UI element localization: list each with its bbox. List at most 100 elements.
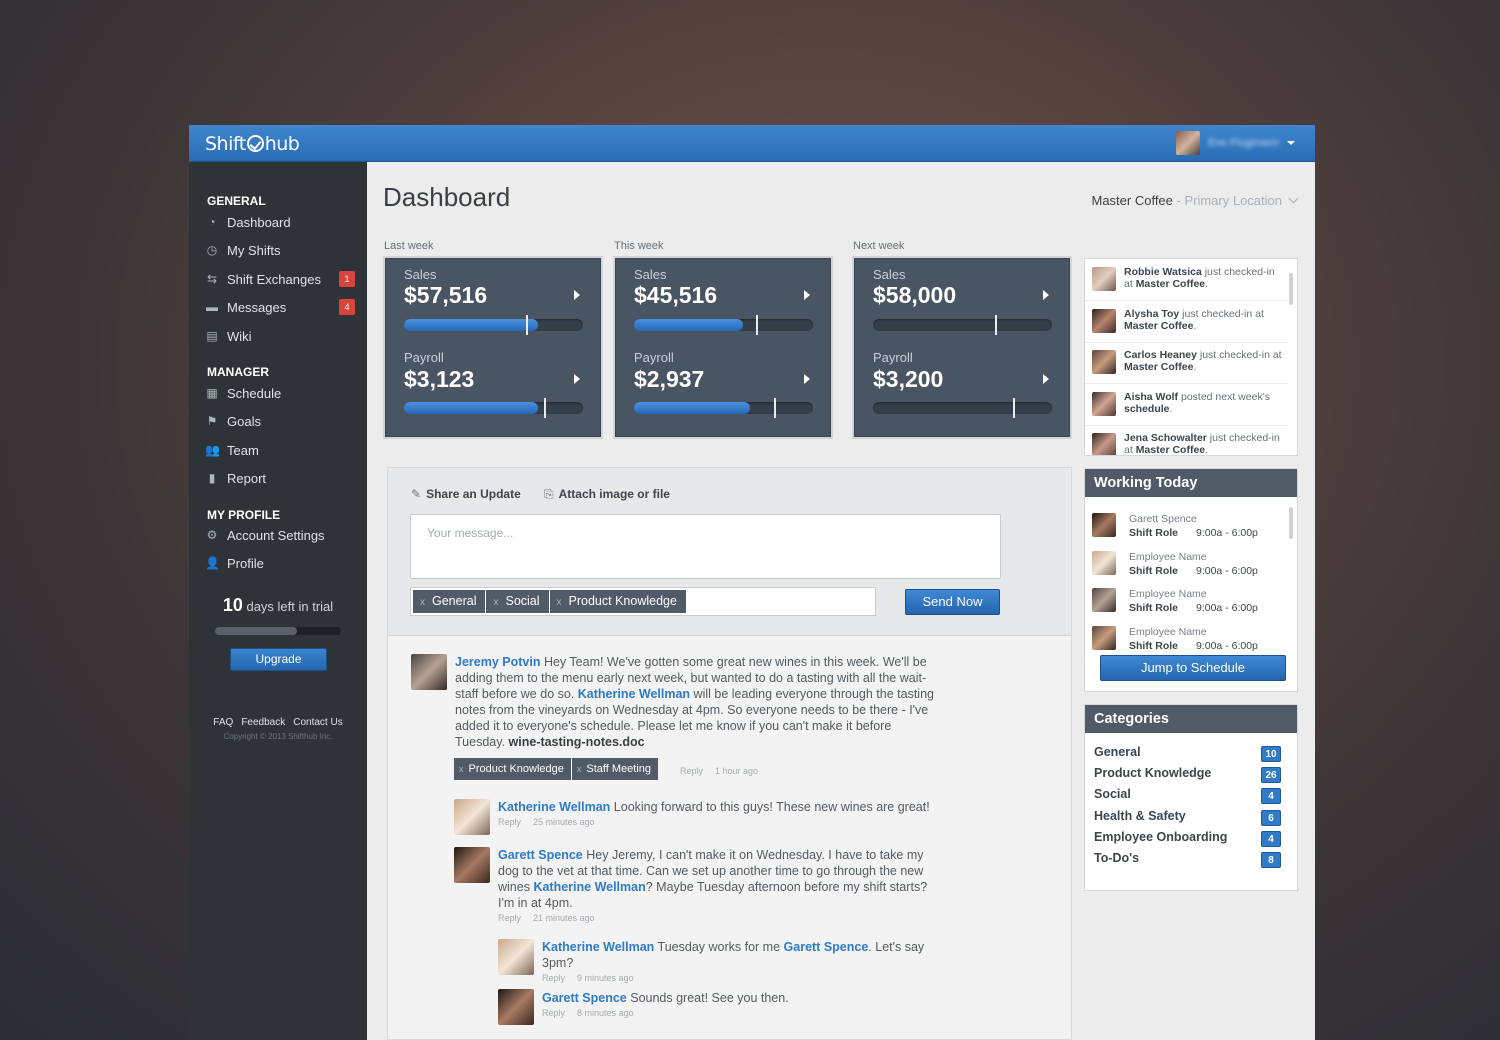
edit-icon: ✎ bbox=[411, 487, 422, 501]
avatar[interactable] bbox=[498, 939, 534, 975]
reply-link[interactable]: Reply bbox=[498, 913, 521, 923]
sales-label: Sales bbox=[873, 267, 906, 282]
trial-progress-bar bbox=[215, 627, 341, 635]
sales-bar bbox=[873, 315, 1052, 335]
mention-link[interactable]: Garett Spence bbox=[784, 940, 869, 954]
location-name: Master Coffee bbox=[1091, 193, 1173, 208]
author-link[interactable]: Katherine Wellman bbox=[498, 800, 610, 814]
trial-text: days left in trial bbox=[246, 599, 334, 614]
avatar[interactable] bbox=[454, 847, 490, 883]
comment: Garett Spence Hey Jeremy, I can't make i… bbox=[498, 847, 938, 911]
author-link[interactable]: Garett Spence bbox=[498, 848, 583, 862]
remove-tag-icon[interactable]: x bbox=[557, 597, 562, 608]
comment-meta: Reply 25 minutes ago bbox=[498, 817, 607, 827]
activity-item[interactable]: Carlos Heaney just checked-in at Master … bbox=[1085, 342, 1289, 384]
section-my-profile: MY PROFILE bbox=[207, 508, 281, 522]
sidebar-item-profile[interactable]: 👤 Profile bbox=[205, 552, 355, 574]
sales-target-marker bbox=[755, 315, 758, 335]
sidebar-item-account-settings[interactable]: ⚙ Account Settings bbox=[205, 524, 355, 546]
message-input[interactable]: Your message... bbox=[410, 514, 1001, 579]
arrow-right-icon[interactable] bbox=[1043, 374, 1049, 384]
avatar[interactable] bbox=[498, 989, 534, 1025]
tag-chip[interactable]: x Product Knowledge bbox=[549, 590, 686, 613]
tag-chip[interactable]: x General bbox=[413, 590, 486, 613]
author-link[interactable]: Garett Spence bbox=[542, 991, 627, 1005]
reply-link[interactable]: Reply bbox=[542, 1008, 565, 1018]
category-item[interactable]: Product Knowledge 26 bbox=[1094, 766, 1291, 786]
arrow-right-icon[interactable] bbox=[574, 374, 580, 384]
top-bar: Shift hub Eve Flugmann bbox=[189, 125, 1315, 162]
reply-link[interactable]: Reply bbox=[498, 817, 521, 827]
working-today-panel: Working Today Garett Spence Shift Role 9:0… bbox=[1084, 468, 1298, 692]
sidebar-item-messages[interactable]: ▬ Messages 4 bbox=[205, 296, 355, 318]
post-tags: x Product Knowledge x Staff Meeting bbox=[454, 758, 659, 780]
sidebar-item-report[interactable]: ▮ Report bbox=[205, 467, 355, 489]
tag-chip[interactable]: x Social bbox=[486, 590, 549, 613]
mention-link[interactable]: Katherine Wellman bbox=[533, 880, 645, 894]
category-item[interactable]: Employee Onboarding 4 bbox=[1094, 830, 1291, 850]
attachment-link[interactable]: wine-tasting-notes.doc bbox=[509, 735, 645, 749]
scrollbar[interactable] bbox=[1289, 273, 1293, 305]
remove-tag-icon[interactable]: x bbox=[577, 764, 582, 774]
post-tag[interactable]: x Staff Meeting bbox=[571, 758, 659, 780]
avatar bbox=[1092, 350, 1116, 374]
reply-link[interactable]: Reply bbox=[542, 973, 565, 983]
feedback-link[interactable]: Feedback bbox=[241, 717, 285, 728]
avatar[interactable] bbox=[454, 799, 490, 835]
tag-input[interactable]: x General x Social x Product Knowledge bbox=[410, 587, 876, 616]
faq-link[interactable]: FAQ bbox=[213, 717, 233, 728]
activity-item[interactable]: Alysha Toy just checked-in at Master Cof… bbox=[1085, 301, 1289, 343]
arrow-right-icon[interactable] bbox=[1043, 290, 1049, 300]
share-update-tab[interactable]: ✎ Share an Update bbox=[411, 487, 521, 501]
activity-item[interactable]: Jena Schowalter just checked-in at Maste… bbox=[1085, 425, 1289, 455]
sales-bar bbox=[634, 315, 813, 335]
arrow-right-icon[interactable] bbox=[804, 374, 810, 384]
category-item[interactable]: To-Do's 8 bbox=[1094, 851, 1291, 871]
activity-text: Alysha Toy just checked-in at Master Cof… bbox=[1124, 308, 1264, 332]
activity-item[interactable]: Robbie Watsica just checked-in at Master… bbox=[1085, 259, 1289, 301]
activity-item[interactable]: Aisha Wolf posted next week's schedule. bbox=[1085, 384, 1289, 426]
send-now-button[interactable]: Send Now bbox=[905, 589, 1000, 615]
remove-tag-icon[interactable]: x bbox=[493, 597, 498, 608]
reply-link[interactable]: Reply bbox=[680, 766, 703, 776]
contact-link[interactable]: Contact Us bbox=[293, 717, 342, 728]
employee-row[interactable]: Employee Name Shift Role 9:00a - 6:00p bbox=[1085, 583, 1289, 620]
remove-tag-icon[interactable]: x bbox=[459, 764, 464, 774]
location-selector[interactable]: Master Coffee - Primary Location bbox=[1091, 193, 1299, 208]
category-item[interactable]: Health & Safety 6 bbox=[1094, 809, 1291, 829]
sidebar-item-schedule[interactable]: ▦ Schedule bbox=[205, 382, 355, 404]
week-card-last: Sales $57,516 Payroll $3,123 bbox=[385, 258, 601, 437]
author-link[interactable]: Katherine Wellman bbox=[542, 940, 654, 954]
sales-label: Sales bbox=[634, 267, 667, 282]
main-content: Dashboard Master Coffee - Primary Locati… bbox=[367, 162, 1315, 1040]
sidebar-item-wiki[interactable]: ▤ Wiki bbox=[205, 325, 355, 347]
employee-row[interactable]: Employee Name Shift Role 9:00a - 6:00p bbox=[1085, 546, 1289, 583]
attach-file-tab[interactable]: ⎘ Attach image or file bbox=[544, 487, 670, 502]
sidebar-item-dashboard[interactable]: ◔ Dashboard bbox=[205, 211, 355, 233]
sidebar-item-team[interactable]: 👥 Team bbox=[205, 439, 355, 461]
arrow-right-icon[interactable] bbox=[804, 290, 810, 300]
employee-row[interactable]: Employee Name Shift Role 9:00a - 6:00p bbox=[1085, 621, 1289, 658]
category-item[interactable]: Social 4 bbox=[1094, 787, 1291, 807]
scrollbar[interactable] bbox=[1289, 507, 1293, 539]
mention-link[interactable]: Katherine Wellman bbox=[578, 687, 690, 701]
user-menu[interactable]: Eve Flugmann bbox=[1176, 131, 1295, 155]
exchange-icon: ⇆ bbox=[206, 272, 218, 286]
shift-time: 9:00a - 6:00p bbox=[1196, 565, 1258, 577]
sidebar-item-label: Schedule bbox=[227, 385, 282, 401]
sidebar-item-my-shifts[interactable]: ◷ My Shifts bbox=[205, 239, 355, 261]
arrow-right-icon[interactable] bbox=[574, 290, 580, 300]
sidebar-item-shift-exchanges[interactable]: ⇆ Shift Exchanges 1 bbox=[205, 268, 355, 290]
sidebar-item-goals[interactable]: ⚑ Goals bbox=[205, 410, 355, 432]
shift-time: 9:00a - 6:00p bbox=[1196, 527, 1258, 539]
avatar[interactable] bbox=[411, 654, 447, 690]
remove-tag-icon[interactable]: x bbox=[420, 597, 425, 608]
upgrade-button[interactable]: Upgrade bbox=[230, 648, 327, 671]
employee-name: Employee Name bbox=[1129, 626, 1207, 638]
category-item[interactable]: General 10 bbox=[1094, 745, 1291, 765]
employee-row[interactable]: Garett Spence Shift Role 9:00a - 6:00p bbox=[1085, 508, 1289, 545]
author-link[interactable]: Jeremy Potvin bbox=[455, 655, 540, 669]
shifthub-logo[interactable]: Shift hub bbox=[205, 133, 300, 155]
jump-to-schedule-button[interactable]: Jump to Schedule bbox=[1100, 655, 1286, 681]
post-tag[interactable]: x Product Knowledge bbox=[454, 758, 571, 780]
